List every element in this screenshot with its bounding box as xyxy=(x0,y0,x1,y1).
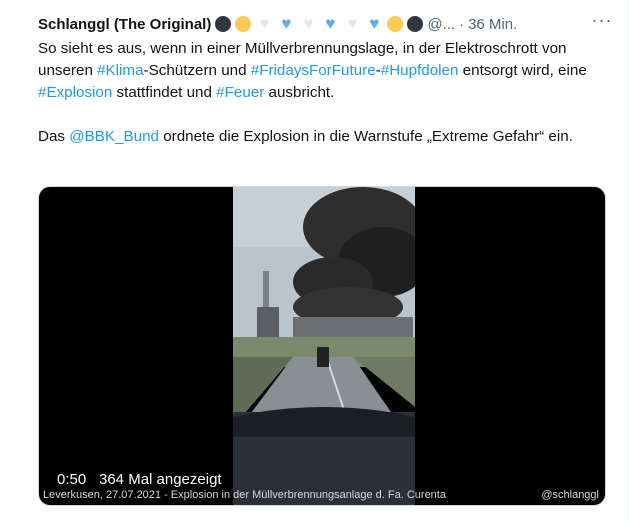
text-segment: entsorgt wird, eine xyxy=(458,62,587,79)
video-watermark: @schlanggl xyxy=(541,489,599,501)
blue-heart-emoji-icon: ♥ xyxy=(325,14,336,33)
author-name[interactable]: Schlanggl (The Original) xyxy=(38,16,211,33)
hashtag-explosion[interactable]: #Explosion xyxy=(38,84,112,101)
text-segment: ordnete die Explosion in die Warnstufe „… xyxy=(158,128,573,145)
tweet-time[interactable]: 36 Min. xyxy=(468,16,517,33)
video-frame xyxy=(233,187,415,505)
author-handle[interactable]: @... xyxy=(427,16,455,33)
mention-bbk-bund[interactable]: @BBK_Bund xyxy=(69,128,159,145)
text-segment: -Schützern und xyxy=(143,62,251,79)
black-circle-emoji-icon xyxy=(215,16,232,32)
name-emojis: ♥ ♥ ♥ ♥ ♥ ♥ xyxy=(215,14,427,33)
white-heart-emoji-icon: ♥ xyxy=(303,14,314,33)
yellow-circle-emoji-icon xyxy=(235,16,252,32)
tweet-header: Schlanggl (The Original) ♥ ♥ ♥ ♥ ♥ ♥ @..… xyxy=(38,12,616,36)
yellow-circle-emoji-icon xyxy=(387,16,404,32)
text-segment: ausbricht. xyxy=(264,84,335,101)
white-heart-emoji-icon: ♥ xyxy=(259,14,270,33)
tweet-text: So sieht es aus, wenn in einer Müllverbr… xyxy=(38,38,613,148)
video-caption: Leverkusen, 27.07.2021 - Explosion in de… xyxy=(43,489,446,501)
text-segment: Das xyxy=(38,128,70,145)
tweet-paragraph-2: Das @BBK_Bund ordnete die Explosion in d… xyxy=(38,126,613,148)
blue-heart-emoji-icon: ♥ xyxy=(369,14,380,33)
hashtag-feuer[interactable]: #Feuer xyxy=(216,84,264,101)
more-dots-icon[interactable]: ··· xyxy=(590,11,614,32)
time-separator: · xyxy=(459,15,465,33)
video-view-count: 364 Mal angezeigt xyxy=(99,471,222,488)
hashtag-fridaysforfuture[interactable]: #FridaysForFuture xyxy=(251,62,376,79)
video-duration: 0:50 xyxy=(57,471,87,488)
black-circle-emoji-icon xyxy=(407,16,424,32)
text-segment: stattfindet und xyxy=(112,84,217,101)
hashtag-klima[interactable]: #Klima xyxy=(97,62,143,79)
blue-heart-emoji-icon: ♥ xyxy=(281,14,292,33)
white-heart-emoji-icon: ♥ xyxy=(347,14,358,33)
tweet-paragraph-1: So sieht es aus, wenn in einer Müllverbr… xyxy=(38,38,613,104)
hashtag-hupfdolen[interactable]: #Hupfdolen xyxy=(381,62,459,79)
video-still-image xyxy=(233,187,415,505)
video-player[interactable]: 0:50 364 Mal angezeigt Leverkusen, 27.07… xyxy=(38,186,606,506)
tweet: Schlanggl (The Original) ♥ ♥ ♥ ♥ ♥ ♥ @..… xyxy=(0,0,629,521)
